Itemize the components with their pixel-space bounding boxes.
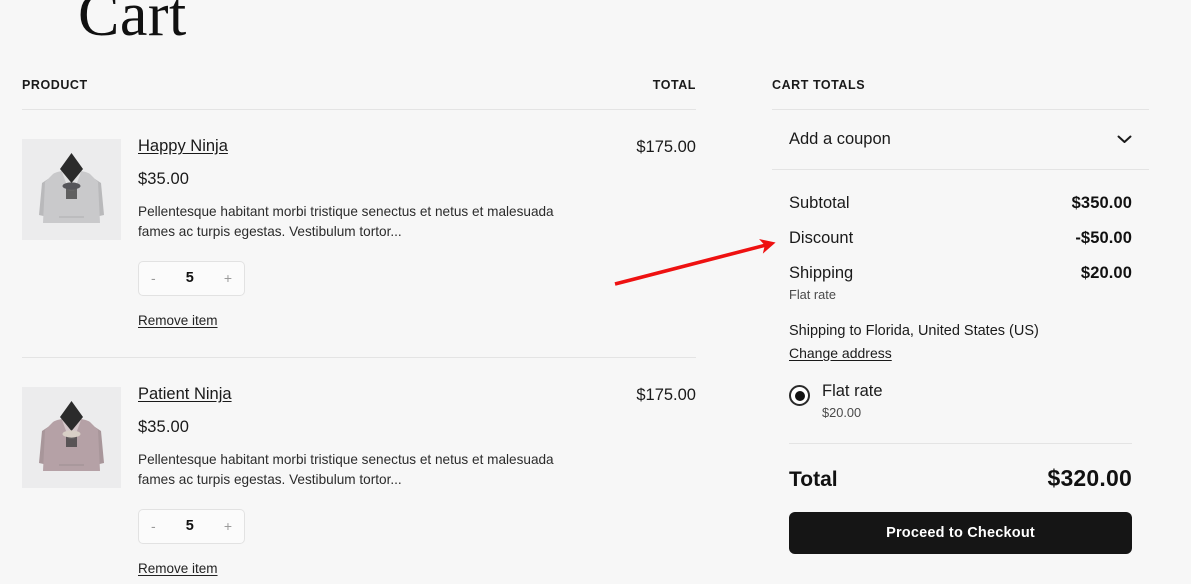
column-header-product: PRODUCT: [22, 78, 88, 92]
product-line-total: $175.00: [636, 138, 696, 156]
product-info: Happy Ninja $35.00 Pellentesque habitant…: [138, 136, 576, 330]
cart-totals-title: CART TOTALS: [772, 78, 1149, 110]
add-coupon-label: Add a coupon: [789, 130, 891, 148]
product-info: Patient Ninja $35.00 Pellentesque habita…: [138, 384, 576, 578]
discount-label: Discount: [789, 229, 854, 247]
product-thumbnail-cell: [22, 136, 138, 330]
product-description: Pellentesque habitant morbi tristique se…: [138, 203, 554, 240]
quantity-decrement-button[interactable]: -: [151, 519, 156, 533]
shipping-method-radio[interactable]: [789, 385, 810, 407]
product-name-link[interactable]: Patient Ninja: [138, 384, 232, 405]
shipping-destination: Shipping to Florida, United States (US): [789, 323, 1039, 339]
subtotal-label: Subtotal: [789, 194, 850, 212]
shipping-value: $20.00: [1080, 264, 1132, 282]
quantity-value[interactable]: 5: [186, 518, 194, 534]
table-row: Happy Ninja $35.00 Pellentesque habitant…: [22, 110, 696, 358]
add-coupon-accordion[interactable]: Add a coupon: [772, 110, 1149, 170]
product-unit-price: $35.00: [138, 169, 190, 188]
quantity-decrement-button[interactable]: -: [151, 271, 156, 285]
column-header-total: TOTAL: [652, 78, 696, 92]
product-image[interactable]: [22, 139, 121, 240]
quantity-stepper[interactable]: - 5 +: [138, 260, 245, 296]
shipping-label: Shipping: [789, 264, 854, 282]
shipping-method-option[interactable]: Flat rate $20.00: [789, 382, 1132, 445]
product-thumbnail-cell: [22, 384, 138, 578]
chevron-down-icon[interactable]: [1117, 135, 1132, 144]
quantity-value[interactable]: 5: [186, 270, 194, 286]
discount-row: Discount -$50.00: [789, 221, 1132, 256]
product-line-total: $175.00: [636, 385, 696, 404]
discount-value: -$50.00: [1075, 229, 1132, 247]
change-address-link[interactable]: Change address: [789, 345, 892, 361]
subtotal-row: Subtotal $350.00: [789, 186, 1132, 221]
hoodie-illustration: [22, 139, 121, 240]
shipping-method-price: $20.00: [822, 405, 862, 421]
table-row: Patient Ninja $35.00 Pellentesque habita…: [22, 358, 696, 584]
shipping-note: Flat rate: [789, 287, 836, 302]
subtotal-value: $350.00: [1071, 194, 1132, 212]
page-title: Cart: [78, 0, 187, 49]
remove-item-link[interactable]: Remove item: [138, 561, 218, 576]
product-unit-price: $35.00: [138, 417, 190, 436]
grand-total-label: Total: [789, 468, 838, 492]
quantity-stepper[interactable]: - 5 +: [138, 508, 245, 544]
shipping-method-text: Flat rate $20.00: [822, 382, 883, 420]
cart-totals-panel: CART TOTALS Add a coupon Subtotal $350.0…: [772, 78, 1149, 555]
product-name-link[interactable]: Happy Ninja: [138, 136, 228, 157]
shipping-method-name: Flat rate: [822, 382, 883, 401]
shipping-row: Shipping $20.00: [789, 256, 1132, 291]
product-description: Pellentesque habitant morbi tristique se…: [138, 451, 554, 488]
grand-total-row: Total $320.00: [789, 444, 1132, 512]
remove-item-link[interactable]: Remove item: [138, 313, 218, 328]
quantity-increment-button[interactable]: +: [224, 519, 232, 533]
hoodie-illustration: [22, 386, 121, 488]
proceed-to-checkout-button[interactable]: Proceed to Checkout: [789, 512, 1132, 555]
cart-totals-lines: Subtotal $350.00 Discount -$50.00 Shippi…: [772, 170, 1149, 555]
grand-total-value: $320.00: [1047, 465, 1132, 492]
cart-page: Cart PRODUCT TOTAL Happy Ninja $35.00 Pe…: [0, 0, 1191, 584]
quantity-increment-button[interactable]: +: [224, 271, 232, 285]
cart-table: PRODUCT TOTAL Happy Ninja $35.00 Pellent…: [22, 78, 696, 584]
product-image[interactable]: [22, 386, 121, 488]
cart-table-header: PRODUCT TOTAL: [22, 78, 696, 110]
